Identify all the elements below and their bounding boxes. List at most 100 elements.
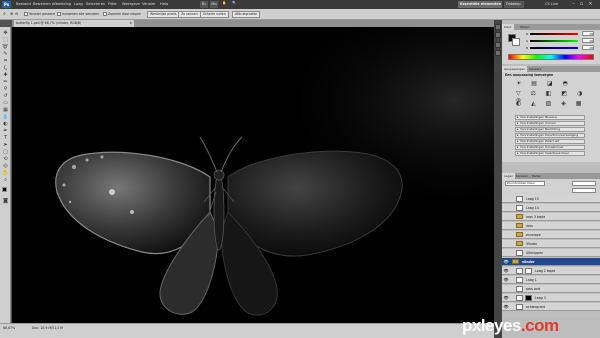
pen-tool-icon[interactable]: ✒ — [2, 129, 9, 134]
hand-tool-icon[interactable]: ✋ — [2, 171, 9, 176]
blur-tool-icon[interactable]: 💧 — [2, 115, 9, 120]
layer-row[interactable]: 👁 Laag 2 kopie — [502, 267, 600, 275]
gradient-tool-icon[interactable]: ▦ — [2, 108, 9, 113]
menu-image[interactable]: Afbeelding — [52, 2, 71, 6]
slider-g-value[interactable]: 18 — [582, 38, 594, 43]
visibility-eye-icon[interactable]: 👁 — [503, 304, 509, 310]
visibility-eye-icon[interactable] — [503, 214, 509, 220]
minibridge-button[interactable]: Mb — [210, 1, 218, 8]
preset-selective-color[interactable]: ▸ Voorinstellingen Selectieve kleur — [515, 151, 585, 156]
opacity-field[interactable] — [572, 181, 596, 186]
document-canvas[interactable] — [12, 27, 494, 323]
visibility-eye-icon[interactable]: 👁 — [503, 268, 509, 274]
background-color-chip[interactable] — [512, 38, 520, 46]
zoom-tool-icon[interactable]: ⌕ — [3, 11, 6, 17]
slider-r-value[interactable]: 18 — [582, 31, 594, 36]
history-brush-tool-icon[interactable]: ↺ — [2, 94, 9, 99]
zoom-out-icon[interactable]: ⊖ — [15, 11, 18, 16]
menu-view[interactable]: Weergave — [122, 2, 140, 6]
paragraph-panel-icon[interactable] — [495, 50, 501, 56]
minimize-icon[interactable]: – — [570, 1, 577, 8]
menu-file[interactable]: Bestand — [16, 2, 31, 6]
blend-mode-select[interactable]: Doordrukken kleur — [505, 181, 545, 186]
visibility-eye-icon[interactable]: 👁 — [503, 277, 509, 283]
preset-channel-mixer[interactable]: ▸ Voorinstellingen Kanaalmixer — [515, 145, 585, 150]
menu-layer[interactable]: Laag — [74, 2, 83, 6]
visibility-eye-icon[interactable] — [503, 241, 509, 247]
character-panel-icon[interactable] — [495, 42, 501, 48]
zoom-in-icon[interactable]: ⊕ — [10, 11, 13, 16]
workspace-design[interactable]: Ontwerp — [504, 1, 524, 8]
slider-r[interactable] — [530, 33, 578, 35]
slider-b-value[interactable]: 18 — [582, 45, 594, 50]
cs-live-button[interactable]: CS Live — [545, 2, 558, 6]
visibility-eye-icon[interactable]: 👁 — [503, 259, 509, 265]
history-panel-icon[interactable] — [495, 24, 501, 30]
layer-row[interactable]: Laag 15 — [502, 195, 600, 203]
layer-row[interactable]: 👁 achtergrond — [502, 303, 600, 311]
maximize-icon[interactable]: ▫ — [578, 1, 585, 8]
zoom-tool-icon[interactable]: ⌕ — [2, 178, 9, 183]
layer-group-row[interactable]: envelope — [502, 231, 600, 239]
layer-group-row-selected[interactable]: 👁 vlinder — [502, 258, 600, 266]
fit-screen-button[interactable]: Zo vensen — [178, 11, 201, 18]
preset-black-white[interactable]: ▸ Voorinstellingen Zwart-wit — [515, 139, 585, 144]
visibility-eye-icon[interactable] — [503, 286, 509, 292]
menu-filter[interactable]: Filter — [108, 2, 117, 6]
layer-row[interactable]: Laag 14 — [502, 204, 600, 212]
marquee-tool-icon[interactable]: ⬚ — [2, 38, 9, 43]
adjustment-icons-row3[interactable]: ◐ ◭ ▨ ◈ ▦ — [516, 100, 585, 107]
actions-panel-icon[interactable] — [495, 32, 501, 38]
layer-row[interactable]: 👁 Laag 3 — [502, 294, 600, 302]
workspace-essentials[interactable]: Essentiële elementen — [458, 1, 502, 8]
layer-row[interactable]: 👁 Laag 1 — [502, 276, 600, 284]
visibility-eye-icon[interactable] — [503, 250, 509, 256]
preset-curves[interactable]: ▸ Voorinstellingen Curven — [515, 121, 585, 126]
layer-group-row[interactable]: Vlinder — [502, 240, 600, 248]
fill-screen-button[interactable]: Scherm vullen — [200, 11, 229, 18]
dodge-tool-icon[interactable]: ◐ — [2, 122, 9, 127]
clone-stamp-tool-icon[interactable]: ⚲ — [2, 87, 9, 92]
preset-hue-saturation[interactable]: ▸ Voorinstellingen Kleurtoon/verzadiging — [515, 133, 585, 138]
fit-window-checkbox[interactable] — [24, 12, 28, 16]
brush-tool-icon[interactable]: ✏ — [2, 80, 9, 85]
quick-select-tool-icon[interactable]: ✎ — [2, 52, 9, 57]
layer-row[interactable]: Uitknippen — [502, 249, 600, 257]
adjustment-icons-row1[interactable]: ☀ ▤ ◪ ◓ — [516, 80, 572, 87]
zoom-level[interactable]: 66,67% — [3, 326, 15, 330]
fill-field[interactable] — [572, 188, 596, 193]
visibility-eye-icon[interactable] — [503, 232, 509, 238]
menu-select[interactable]: Selecteren — [86, 2, 105, 6]
color-spectrum-ramp[interactable] — [508, 54, 594, 60]
3d-orbit-tool-icon[interactable]: ◎ — [2, 164, 9, 169]
scrubby-zoom-checkbox[interactable] — [103, 12, 107, 16]
hand-icon[interactable]: ✋ — [222, 1, 226, 5]
crop-tool-icon[interactable]: ⌗ — [2, 59, 9, 64]
eraser-tool-icon[interactable]: ▭ — [2, 101, 9, 106]
menu-help[interactable]: Help — [160, 2, 168, 6]
zoom-all-checkbox[interactable] — [57, 12, 61, 16]
foreground-color-swatch[interactable] — [2, 187, 7, 192]
path-select-tool-icon[interactable]: ➤ — [2, 143, 9, 148]
healing-brush-tool-icon[interactable]: ✚ — [2, 73, 9, 78]
slider-g[interactable] — [530, 40, 578, 42]
document-tab[interactable]: butterfly 1.psd @ 66,7% (vlinder, RGB/8)… — [14, 20, 134, 27]
lasso-tool-icon[interactable]: ➰ — [2, 45, 9, 50]
eyedropper-tool-icon[interactable]: ⤹ — [2, 66, 9, 71]
layer-group-row[interactable]: roos — [502, 222, 600, 230]
zoom-icon[interactable]: 🔍 — [232, 1, 236, 5]
visibility-eye-icon[interactable] — [503, 205, 509, 211]
close-icon[interactable]: × — [587, 1, 594, 8]
layer-group-row[interactable]: roos 3 kopie — [502, 213, 600, 221]
actual-pixels-button[interactable]: Werkelijke pixels — [147, 11, 180, 18]
slider-b[interactable] — [530, 47, 578, 49]
menu-edit[interactable]: Bewerken — [33, 2, 51, 6]
layer-row[interactable]: pers and — [502, 285, 600, 293]
3d-rotate-tool-icon[interactable]: ⟲ — [2, 157, 9, 162]
quick-mask-icon[interactable]: ◙ — [2, 199, 9, 204]
type-tool-icon[interactable]: T — [2, 136, 9, 141]
visibility-eye-icon[interactable]: 👁 — [503, 295, 509, 301]
print-size-button[interactable]: Afdrukgrootte — [232, 11, 261, 18]
visibility-eye-icon[interactable] — [503, 196, 509, 202]
menu-window[interactable]: Venster — [142, 2, 156, 6]
